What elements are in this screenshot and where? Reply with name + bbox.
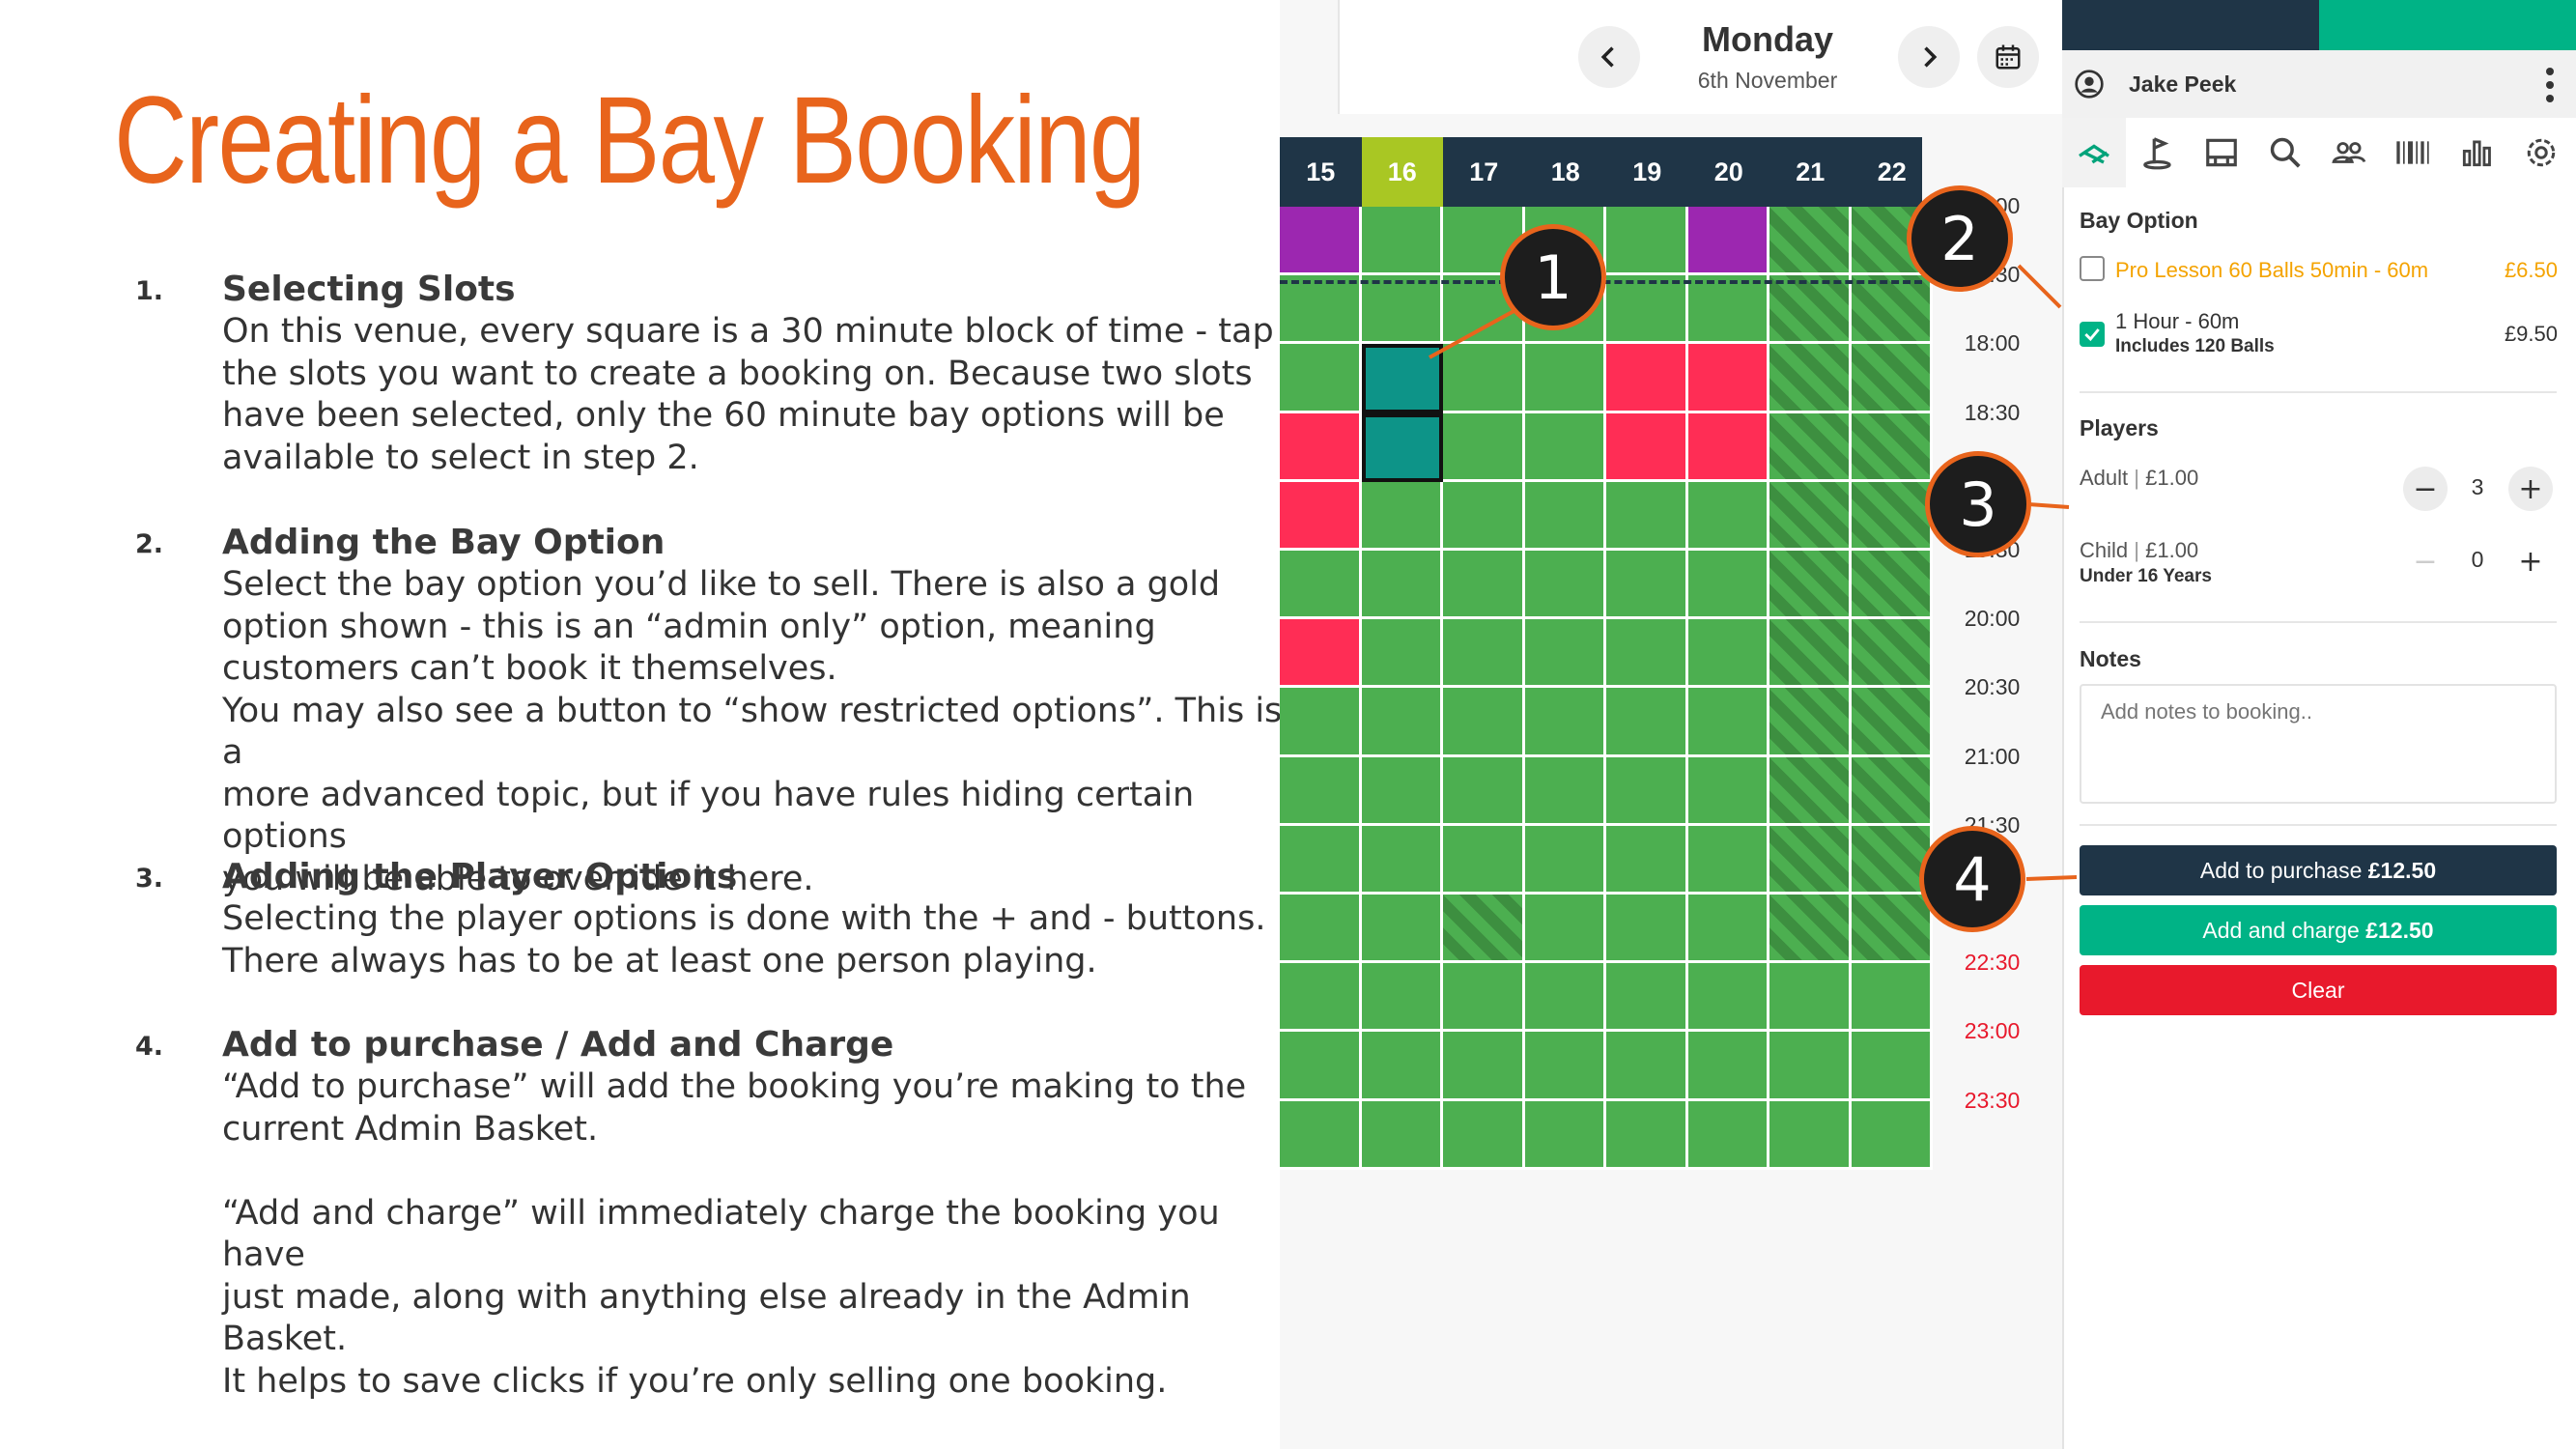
callout-1: 1 <box>1500 224 1606 330</box>
callout-4: 4 <box>1919 826 2025 932</box>
callout-2: 2 <box>1907 185 2013 292</box>
callout-lines <box>1429 264 2078 881</box>
callout-3: 3 <box>1925 451 2031 557</box>
